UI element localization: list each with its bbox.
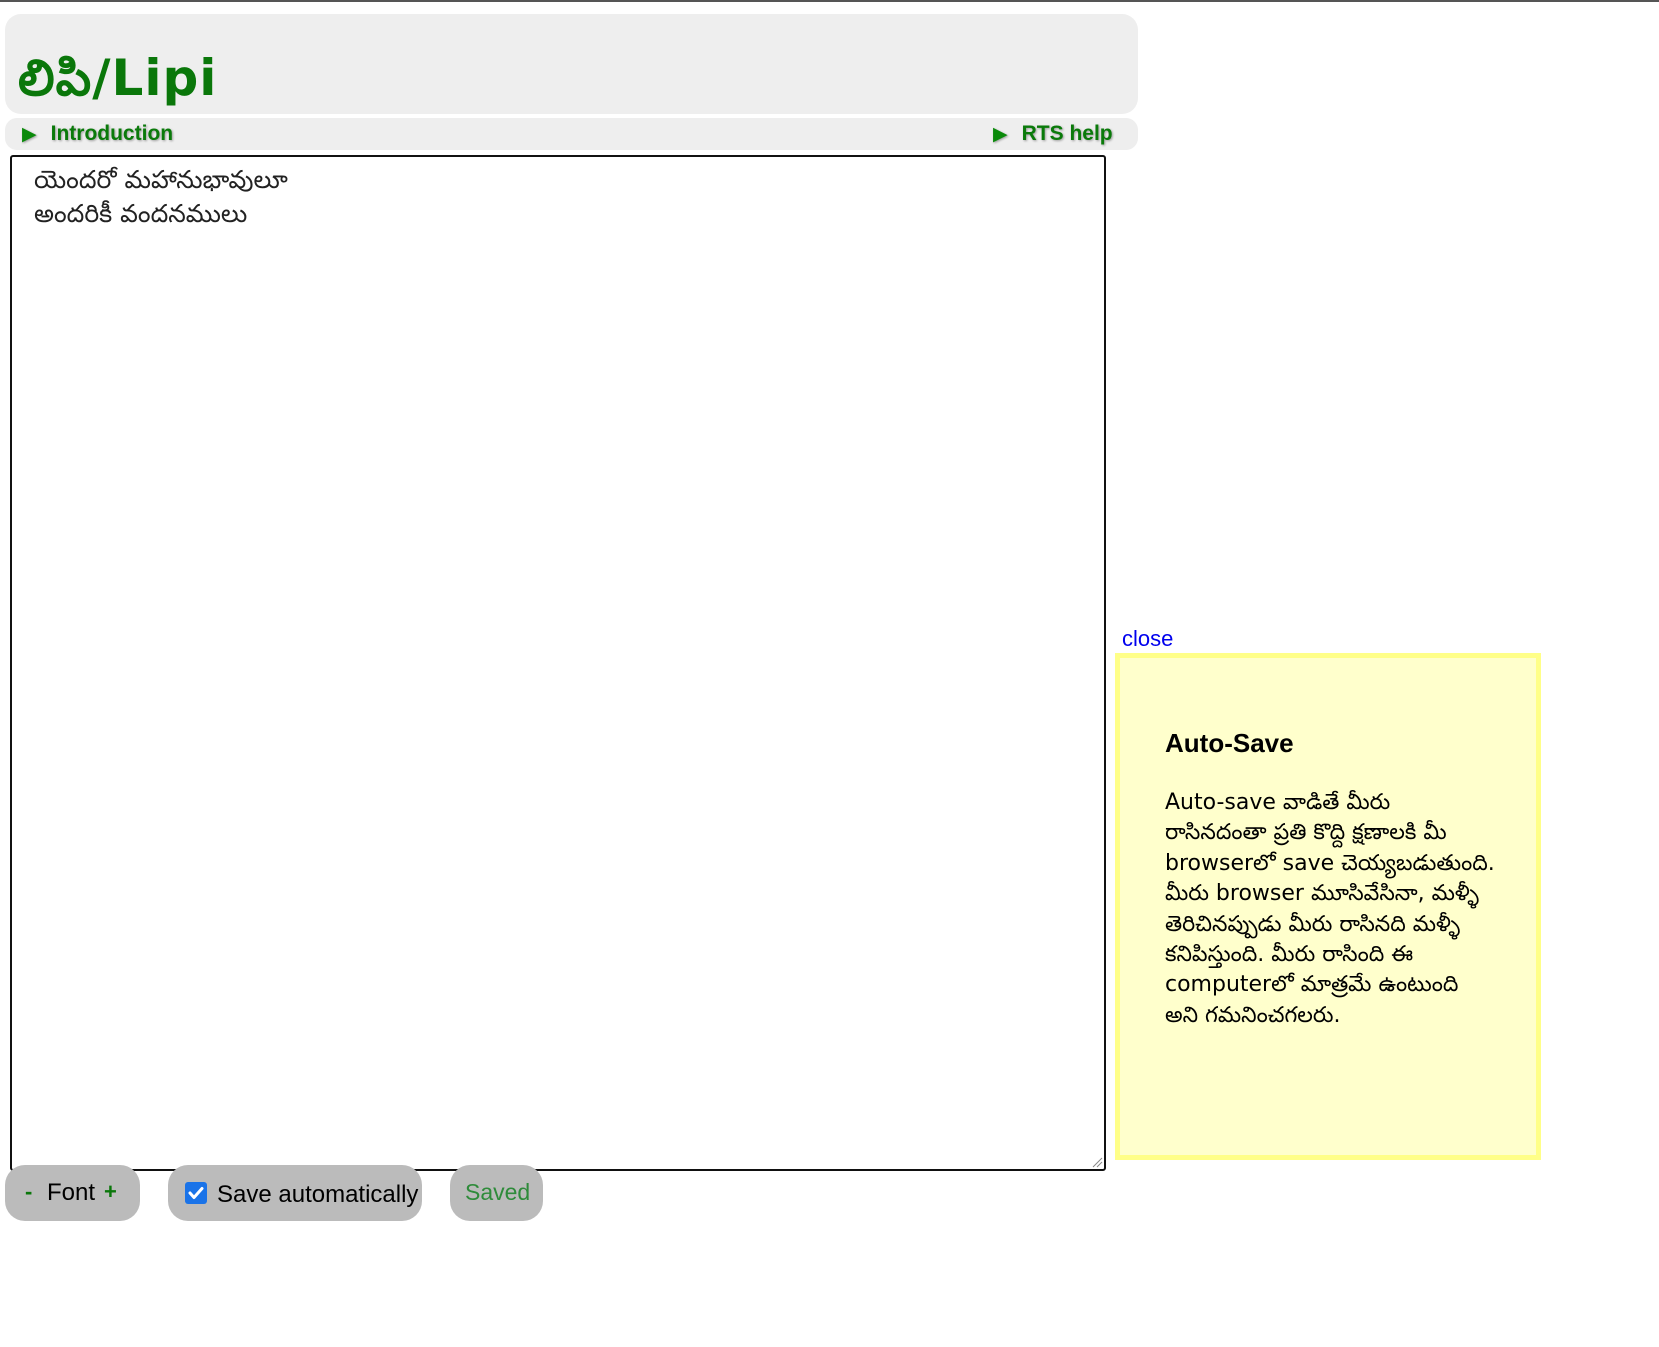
font-label: Font	[47, 1179, 96, 1206]
introduction-toggle[interactable]: ▶ Introduction	[22, 118, 173, 150]
rts-help-toggle[interactable]: ▶ RTS help	[993, 118, 1113, 150]
top-divider	[0, 0, 1659, 2]
app-title: లిపి/Lipi	[18, 49, 218, 107]
rts-help-label: RTS help	[1021, 122, 1113, 145]
resize-grip-icon[interactable]	[1091, 1156, 1103, 1168]
autosave-control: Save automatically	[168, 1165, 422, 1221]
autosave-label[interactable]: Save automatically	[217, 1181, 418, 1209]
nav-bar: ▶ Introduction ▶ RTS help	[5, 118, 1138, 150]
expand-triangle-icon: ▶	[993, 124, 1008, 145]
help-body: Auto-save వాడితే మీరు రాసినదంతా ప్రతి కొ…	[1165, 790, 1495, 1028]
save-status-badge: Saved	[450, 1165, 543, 1221]
help-close-link[interactable]: close	[1122, 626, 1173, 652]
expand-triangle-icon: ▶	[22, 124, 37, 145]
font-decrease-button[interactable]: -	[25, 1179, 32, 1205]
checkmark-icon	[188, 1187, 204, 1199]
help-title: Auto-Save	[1165, 728, 1294, 758]
introduction-label: Introduction	[50, 122, 174, 145]
help-panel: Auto-Save Auto-save వాడితే మీరు రాసినదంత…	[1115, 653, 1541, 1160]
save-status-label: Saved	[465, 1179, 531, 1205]
font-size-control: - Font +	[5, 1165, 140, 1221]
autosave-checkbox[interactable]	[185, 1182, 207, 1204]
editor-content[interactable]: యెందరో మహానుభావులూ అందరికీ వందనములు	[34, 163, 288, 231]
text-editor[interactable]: యెందరో మహానుభావులూ అందరికీ వందనములు	[10, 155, 1106, 1171]
font-increase-button[interactable]: +	[104, 1179, 117, 1205]
